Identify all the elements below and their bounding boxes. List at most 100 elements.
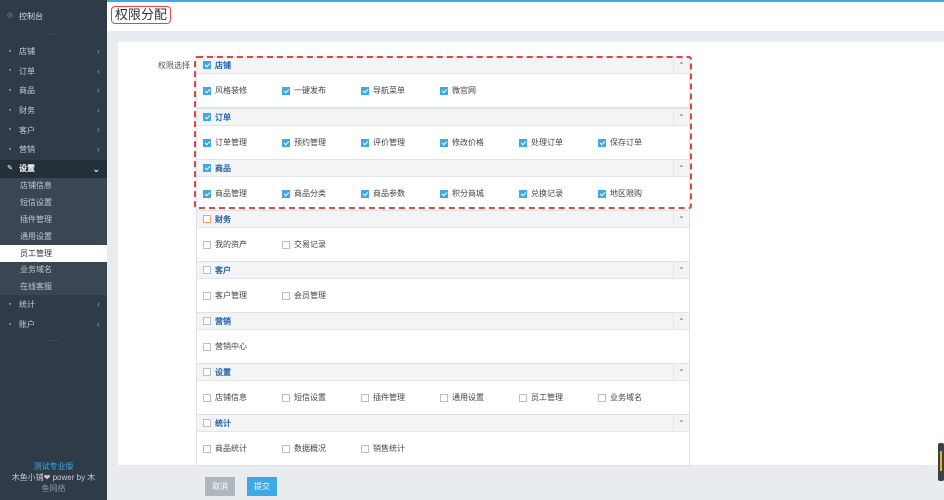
group-checkbox[interactable] — [203, 317, 211, 325]
option-checkbox[interactable] — [203, 189, 211, 198]
group-checkbox[interactable] — [203, 113, 211, 121]
permission-option[interactable]: 交易记录 — [282, 239, 361, 250]
permission-option[interactable]: 积分商城 — [440, 188, 519, 199]
group-checkbox[interactable] — [203, 266, 211, 274]
option-checkbox[interactable] — [361, 86, 369, 95]
permission-option[interactable]: 店铺信息 — [203, 392, 282, 403]
sidebar-item-dashboard[interactable]: ◎ 控制台 — [0, 0, 107, 32]
permission-group-header[interactable]: 设置 ⌃ — [197, 364, 689, 381]
chevron-up-icon[interactable]: ⌃ — [673, 415, 689, 431]
permission-option[interactable]: 保存订单 — [598, 137, 677, 148]
permission-option[interactable]: 商品管理 — [203, 188, 282, 199]
permission-group-header[interactable]: 财务 ⌃ — [197, 211, 689, 228]
sidebar-item[interactable]: ▪ 统计 ‹ — [0, 295, 107, 315]
option-checkbox[interactable] — [282, 444, 290, 453]
chevron-up-icon[interactable]: ⌃ — [673, 160, 689, 176]
option-checkbox[interactable] — [519, 138, 527, 147]
group-checkbox[interactable] — [203, 164, 211, 172]
scroll-handle[interactable] — [938, 443, 944, 481]
permission-option[interactable]: 我的资产 — [203, 239, 282, 250]
option-checkbox[interactable] — [440, 393, 448, 402]
option-checkbox[interactable] — [440, 86, 448, 95]
group-checkbox[interactable] — [203, 368, 211, 376]
option-checkbox[interactable] — [519, 189, 527, 198]
submit-button[interactable]: 提交 — [247, 477, 277, 496]
permission-option[interactable]: 微官网 — [440, 85, 519, 96]
permission-option[interactable]: 处理订单 — [519, 137, 598, 148]
sidebar-subitem[interactable]: 店铺信息 — [0, 177, 107, 195]
chevron-up-icon[interactable]: ⌃ — [673, 109, 689, 125]
permission-option[interactable]: 营销中心 — [203, 341, 282, 352]
option-checkbox[interactable] — [203, 291, 211, 300]
permission-option[interactable]: 客户管理 — [203, 290, 282, 301]
sidebar-subitem[interactable]: 插件管理 — [0, 211, 107, 228]
chevron-up-icon[interactable]: ⌃ — [673, 364, 689, 380]
option-checkbox[interactable] — [282, 393, 290, 402]
permission-option[interactable]: 插件管理 — [361, 392, 440, 403]
sidebar-item[interactable]: ▪ 商品 ‹ — [0, 81, 107, 101]
option-checkbox[interactable] — [282, 240, 290, 249]
option-checkbox[interactable] — [440, 189, 448, 198]
sidebar-item[interactable]: ▪ 营销 ‹ — [0, 140, 107, 160]
group-checkbox[interactable] — [203, 215, 211, 223]
option-checkbox[interactable] — [598, 138, 606, 147]
sidebar-item[interactable]: ▪ 财务 ‹ — [0, 101, 107, 121]
permission-option[interactable]: 兑换记录 — [519, 188, 598, 199]
sidebar-item[interactable]: ▪ 订单 ‹ — [0, 62, 107, 82]
permission-option[interactable]: 业务域名 — [598, 392, 677, 403]
permission-option[interactable]: 一键发布 — [282, 85, 361, 96]
option-checkbox[interactable] — [282, 138, 290, 147]
chevron-up-icon[interactable]: ⌃ — [673, 313, 689, 329]
sidebar-subitem[interactable]: 业务域名 — [0, 261, 107, 279]
permission-option[interactable]: 数据概况 — [282, 443, 361, 454]
sidebar-subitem[interactable]: 在线客服 — [0, 278, 107, 296]
permission-option[interactable]: 导航菜单 — [361, 85, 440, 96]
option-checkbox[interactable] — [203, 86, 211, 95]
sidebar-item-settings[interactable]: ✎ 设置 ⌄ — [0, 159, 107, 178]
option-checkbox[interactable] — [282, 291, 290, 300]
sidebar-item[interactable]: ▪ 账户 ‹ — [0, 315, 107, 335]
group-checkbox[interactable] — [203, 61, 211, 69]
permission-option[interactable]: 订单管理 — [203, 137, 282, 148]
option-checkbox[interactable] — [282, 86, 290, 95]
permission-option[interactable]: 通用设置 — [440, 392, 519, 403]
option-checkbox[interactable] — [598, 393, 606, 402]
option-checkbox[interactable] — [282, 189, 290, 198]
option-checkbox[interactable] — [598, 189, 606, 198]
option-checkbox[interactable] — [361, 444, 369, 453]
option-checkbox[interactable] — [203, 393, 211, 402]
sidebar-item[interactable]: ▪ 客户 ‹ — [0, 120, 107, 140]
permission-option[interactable]: 商品统计 — [203, 443, 282, 454]
permission-group-header[interactable]: 统计 ⌃ — [197, 415, 689, 432]
sidebar-subitem[interactable]: 短信设置 — [0, 194, 107, 212]
cancel-button[interactable]: 取消 — [205, 477, 235, 496]
permission-option[interactable]: 商品分类 — [282, 188, 361, 199]
permission-option[interactable]: 风格装修 — [203, 85, 282, 96]
permission-group-header[interactable]: 订单 ⌃ — [197, 109, 689, 126]
permission-group-header[interactable]: 客户 ⌃ — [197, 262, 689, 279]
option-checkbox[interactable] — [440, 138, 448, 147]
permission-option[interactable]: 商品参数 — [361, 188, 440, 199]
permission-group-header[interactable]: 营销 ⌃ — [197, 313, 689, 330]
option-checkbox[interactable] — [361, 189, 369, 198]
option-checkbox[interactable] — [519, 393, 527, 402]
option-checkbox[interactable] — [203, 240, 211, 249]
permission-option[interactable]: 预约管理 — [282, 137, 361, 148]
option-checkbox[interactable] — [361, 393, 369, 402]
permission-option[interactable]: 修改价格 — [440, 137, 519, 148]
group-checkbox[interactable] — [203, 419, 211, 427]
permission-group-header[interactable]: 商品 ⌃ — [197, 160, 689, 177]
sidebar-item[interactable]: ▪ 店铺 ‹ — [0, 42, 107, 62]
option-checkbox[interactable] — [361, 138, 369, 147]
chevron-up-icon[interactable]: ⌃ — [673, 57, 689, 73]
sidebar-subitem[interactable]: 员工管理 — [0, 244, 107, 262]
chevron-up-icon[interactable]: ⌃ — [673, 211, 689, 227]
permission-option[interactable]: 评价管理 — [361, 137, 440, 148]
permission-option[interactable]: 员工管理 — [519, 392, 598, 403]
sidebar-subitem[interactable]: 通用设置 — [0, 227, 107, 245]
permission-option[interactable]: 短信设置 — [282, 392, 361, 403]
permission-group-header[interactable]: 店铺 ⌃ — [197, 57, 689, 74]
option-checkbox[interactable] — [203, 138, 211, 147]
permission-option[interactable]: 会员管理 — [282, 290, 361, 301]
option-checkbox[interactable] — [203, 342, 211, 351]
